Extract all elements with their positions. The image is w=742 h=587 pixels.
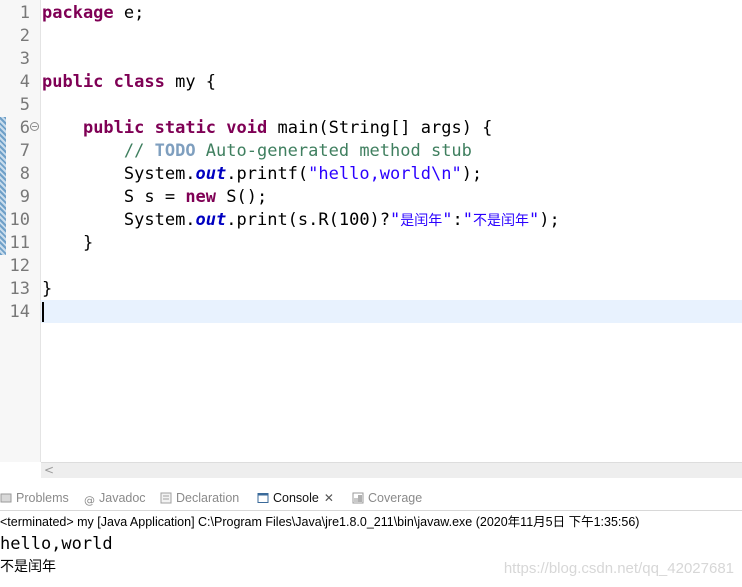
string-literal: 不是闰年 — [473, 213, 530, 229]
todo-tag: TODO — [154, 141, 196, 161]
static-field: out — [195, 164, 227, 184]
code-text: .print(s.R(100)? — [226, 210, 391, 230]
code-line-13: } — [42, 279, 53, 299]
tab-label: Declaration — [176, 491, 240, 505]
text-caret — [42, 302, 44, 322]
code-line-4: public class my { — [42, 71, 216, 94]
code-editor[interactable]: 1 2 3 4 5 6 7 8 9 10 11 12 13 14 − packa… — [0, 0, 742, 462]
line-number: 9 — [19, 187, 30, 207]
string-quote: " — [390, 210, 401, 230]
console-output-line: hello,world — [0, 534, 113, 554]
current-line-highlight — [41, 300, 742, 323]
line-number: 14 — [9, 302, 30, 322]
tab-label: Coverage — [368, 491, 423, 505]
string-literal: 是闰年 — [400, 213, 443, 229]
code-line-11: } — [42, 233, 94, 253]
code-line-6: public static void main(String[] args) { — [42, 117, 492, 140]
line-number: 4 — [19, 72, 30, 92]
line-number: 1 — [19, 3, 30, 23]
string-quote: " — [529, 210, 540, 230]
keyword: void — [226, 118, 268, 138]
scroll-left-icon[interactable]: < — [44, 463, 54, 478]
tab-label: Javadoc — [99, 491, 146, 505]
code-line-1: package e; — [42, 2, 144, 25]
code-line-10: System.out.print(s.R(100)?"是闰年":"不是闰年"); — [42, 209, 560, 232]
keyword: public — [82, 118, 145, 138]
tab-label: Console — [273, 491, 319, 505]
bottom-panel-tabs: Problems @ Javadoc Declaration Console ✕ C… — [0, 486, 742, 511]
code-text: main(String[] args) { — [267, 118, 493, 138]
keyword: static — [154, 118, 217, 138]
code-text: System. — [123, 164, 196, 184]
string-literal: "hello,world\n" — [308, 164, 462, 184]
console-status-line: <terminated> my [Java Application] C:\Pr… — [0, 515, 640, 529]
tab-javadoc[interactable]: @ Javadoc — [84, 486, 146, 510]
string-quote: " — [442, 210, 453, 230]
line-number: 5 — [19, 95, 30, 115]
line-number: 12 — [9, 256, 30, 276]
horizontal-scrollbar[interactable]: < — [41, 462, 742, 478]
close-icon[interactable]: ✕ — [324, 491, 334, 505]
keyword: class — [113, 72, 165, 92]
line-number-gutter: 1 2 3 4 5 6 7 8 9 10 11 12 13 14 − — [0, 0, 41, 462]
tab-console[interactable]: Console ✕ — [253, 486, 338, 510]
comment: // — [123, 141, 155, 161]
tab-label: Problems — [16, 491, 69, 505]
coverage-icon — [352, 492, 364, 504]
console-output-line: 不是闰年 — [0, 559, 56, 575]
static-field: out — [195, 210, 227, 230]
keyword: new — [185, 187, 217, 207]
tab-declaration[interactable]: Declaration — [160, 486, 239, 510]
declaration-icon — [160, 492, 172, 504]
tab-problems[interactable]: Problems — [0, 486, 69, 510]
line-number: 7 — [19, 141, 30, 161]
code-text: e; — [113, 3, 145, 23]
line-number: 6 — [19, 118, 30, 138]
at-icon: @ — [84, 494, 95, 507]
code-line-8: System.out.printf("hello,world\n"); — [42, 163, 482, 186]
code-text: ); — [461, 164, 483, 184]
string-quote: " — [462, 210, 474, 230]
code-text: .printf( — [226, 164, 309, 184]
code-text: S(); — [216, 187, 268, 207]
tab-coverage[interactable]: Coverage — [352, 486, 422, 510]
code-text: System. — [123, 210, 196, 230]
problems-icon — [0, 493, 12, 503]
fold-collapse-icon[interactable]: − — [30, 122, 39, 131]
code-line-7: // TODO Auto-generated method stub — [42, 140, 472, 163]
line-number: 10 — [9, 210, 30, 230]
line-number: 2 — [19, 26, 30, 46]
keyword: public — [42, 72, 104, 92]
line-number: 8 — [19, 164, 30, 184]
code-text: my { — [164, 72, 217, 92]
code-text: : — [452, 210, 463, 230]
line-number: 11 — [9, 233, 30, 253]
line-number: 13 — [9, 279, 30, 299]
console-icon — [257, 493, 269, 503]
code-text: S s = — [123, 187, 186, 207]
code-text: ); — [539, 210, 560, 230]
watermark-text: https://blog.csdn.net/qq_42027681 — [503, 560, 734, 577]
code-line-9: S s = new S(); — [42, 186, 267, 209]
keyword: package — [42, 3, 114, 23]
line-number: 3 — [19, 49, 30, 69]
comment: Auto-generated method stub — [195, 141, 472, 161]
